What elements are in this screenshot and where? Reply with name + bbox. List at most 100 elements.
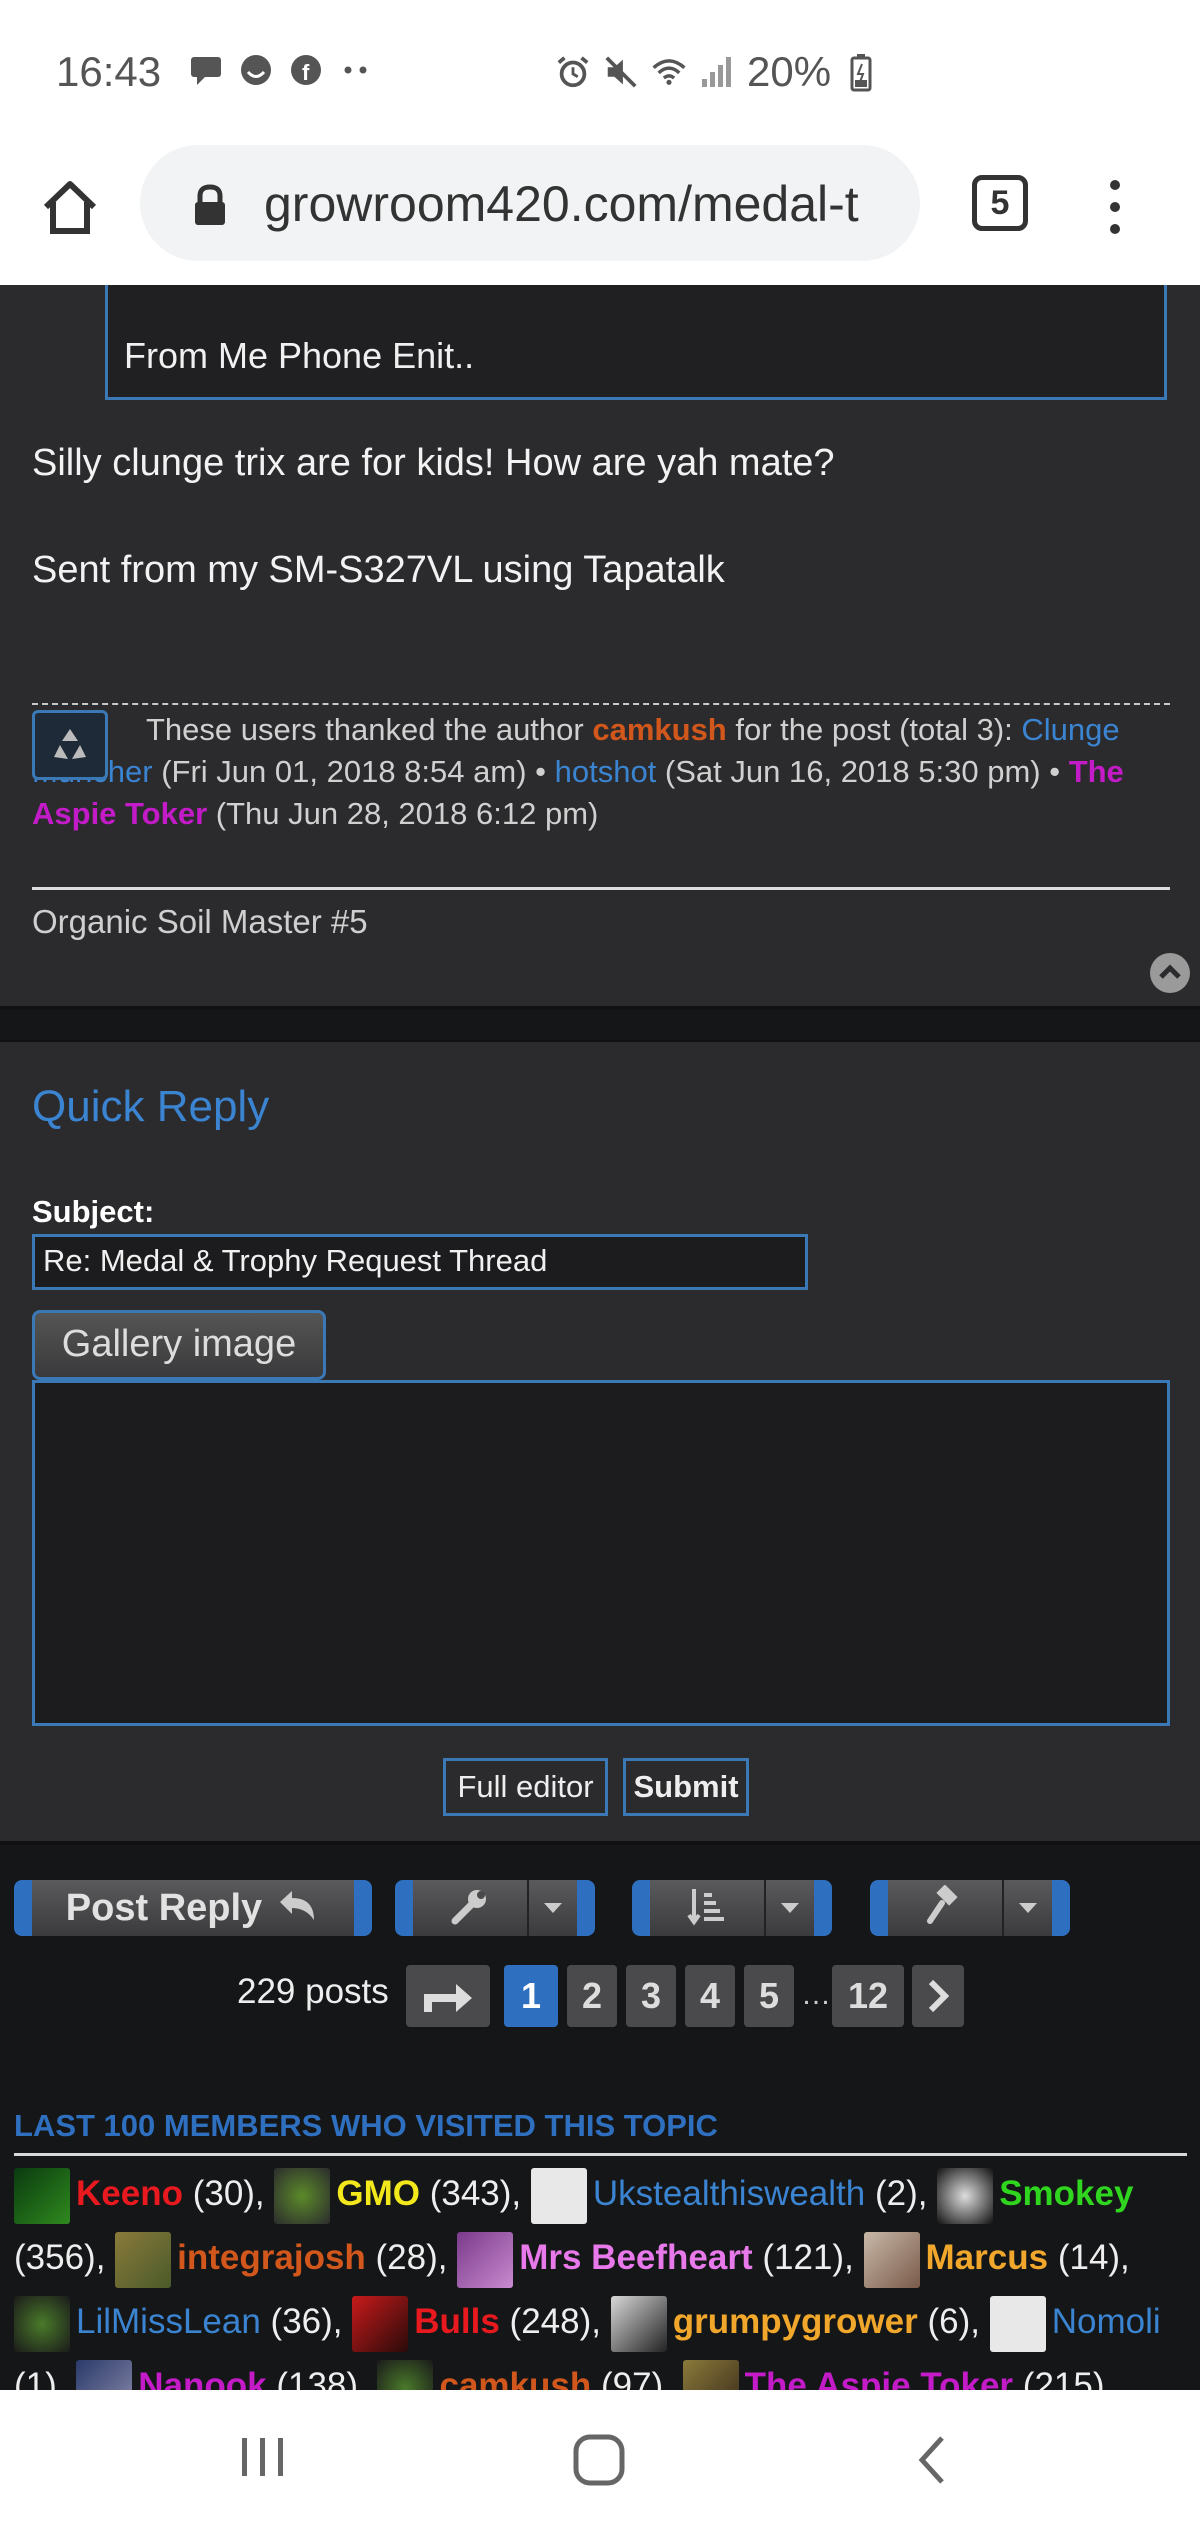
button-cap [14,1880,32,1936]
button-cap [395,1880,413,1936]
member-link[interactable]: Ukstealthiswealth [593,2174,865,2213]
sort-dropdown-button[interactable] [632,1880,832,1936]
subject-input[interactable]: Re: Medal & Trophy Request Thread [32,1234,808,1290]
mute-icon [603,54,639,90]
moderator-dropdown-button[interactable] [870,1880,1070,1936]
avatar [457,2231,514,2288]
battery-icon [843,54,879,92]
member-link[interactable]: The Aspie Toker [745,2366,1013,2390]
post-reply-button[interactable]: Post Reply [14,1880,372,1936]
more-menu-icon[interactable] [1100,175,1130,239]
avatar [14,2167,70,2224]
last-visitors-divider [14,2153,1187,2156]
page-link[interactable]: 2 [567,1965,617,2027]
member-link[interactable]: Nomoli [1052,2302,1161,2341]
member-count: (6), [917,2302,990,2341]
member-count: (97), [591,2366,683,2390]
member-count: (248), [499,2302,611,2341]
member-count: (28), [365,2238,458,2277]
page-link[interactable]: 4 [685,1965,735,2027]
status-bar: 16:43 f 20% [0,0,1200,145]
post-body-line: Sent from my SM-S327VL using Tapatalk [32,549,725,591]
full-editor-button[interactable]: Full editor [443,1758,608,1816]
button-cap [1052,1880,1070,1936]
avatar [377,2359,434,2390]
member-count: (14), [1048,2238,1130,2277]
sort-icon [686,1885,728,1932]
page-link[interactable]: 12 [832,1965,904,2027]
home-nav-icon[interactable] [571,2432,627,2493]
member-link[interactable]: Mrs Beefheart [519,2238,752,2277]
recent-apps-icon[interactable] [238,2432,288,2487]
posts-count: 229 posts [237,1972,389,2011]
jump-to-page-button[interactable] [406,1965,490,2027]
facebook-icon: f [288,52,324,88]
reply-arrow-icon [276,1886,320,1931]
member-link[interactable]: integrajosh [177,2238,366,2277]
avatar [530,2167,587,2224]
scroll-top-icon[interactable] [1150,953,1190,993]
thanks-user-link[interactable]: hotshot [555,754,657,789]
page-link[interactable]: 3 [626,1965,676,2027]
thanks-date: (Thu Jun 28, 2018 6:12 pm) [207,796,599,831]
last-visitors-title: LAST 100 MEMBERS WHO VISITED THIS TOPIC [14,2108,718,2143]
member-link[interactable]: LilMissLean [76,2302,261,2341]
home-icon[interactable] [38,175,102,239]
button-cap [870,1880,888,1936]
thanks-list: These users thanked the author camkush f… [32,709,1172,835]
member-link[interactable]: Bulls [414,2302,500,2341]
thanks-author-link[interactable]: camkush [592,712,726,747]
member-count: (356), [14,2238,116,2277]
member-count: (30), [182,2174,275,2213]
alarm-icon [555,54,591,90]
next-page-button[interactable] [912,1965,964,2027]
avatar [863,2231,920,2288]
member-link[interactable]: camkush [439,2366,591,2390]
status-time: 16:43 [56,48,162,95]
member-count: (1), [14,2366,77,2390]
member-count: (138), [266,2366,378,2390]
avatar [682,2359,739,2390]
system-navigation-bar [0,2390,1200,2533]
tab-switcher-button[interactable]: 5 [972,175,1028,231]
quick-reply-title: Quick Reply [32,1082,270,1131]
message-icon [188,52,224,88]
avatar [989,2295,1046,2352]
thanks-divider [32,703,1170,705]
button-cap [632,1880,650,1936]
subject-label: Subject: [32,1194,155,1229]
recycle-thanks-icon [32,710,108,780]
member-link[interactable]: Keeno [76,2174,183,2213]
gallery-image-button[interactable]: Gallery image [32,1310,326,1380]
wifi-icon [651,54,687,90]
member-link[interactable]: Nanook [138,2366,266,2390]
avatar [274,2167,331,2224]
page-link[interactable]: 1 [504,1965,558,2027]
member-link[interactable]: Marcus [926,2238,1049,2277]
message-textarea[interactable] [32,1380,1170,1726]
address-bar[interactable]: growroom420.com/medal-t [140,145,920,261]
thanks-prefix: These users thanked the author [146,712,593,747]
quote-text: From Me Phone Enit.. [124,335,475,376]
system-icons: 20% [555,48,879,96]
quote-block: From Me Phone Enit.. [105,285,1167,400]
lock-icon [190,183,230,227]
post-reply-body: Post Reply [32,1880,354,1936]
back-icon[interactable] [912,2432,952,2493]
member-count: (121), [752,2238,864,2277]
member-link[interactable]: GMO [336,2174,420,2213]
member-count: (2), [865,2174,938,2213]
battery-percent: 20% [747,48,832,95]
pagination-ellipsis: … [801,1978,831,2011]
tools-body [413,1880,527,1936]
post-reply-label: Post Reply [65,1886,263,1929]
thanks-date: (Fri Jun 01, 2018 8:54 am) • [152,754,555,789]
tools-dropdown-button[interactable] [395,1880,595,1936]
thanks-date: (Sat Jun 16, 2018 5:30 pm) • [656,754,1069,789]
member-link[interactable]: grumpygrower [673,2302,918,2341]
wrench-icon [449,1885,491,1932]
page-link[interactable]: 5 [744,1965,794,2027]
member-link[interactable]: Smokey [999,2174,1133,2213]
submit-button[interactable]: Submit [623,1758,749,1816]
avatar [14,2295,70,2352]
